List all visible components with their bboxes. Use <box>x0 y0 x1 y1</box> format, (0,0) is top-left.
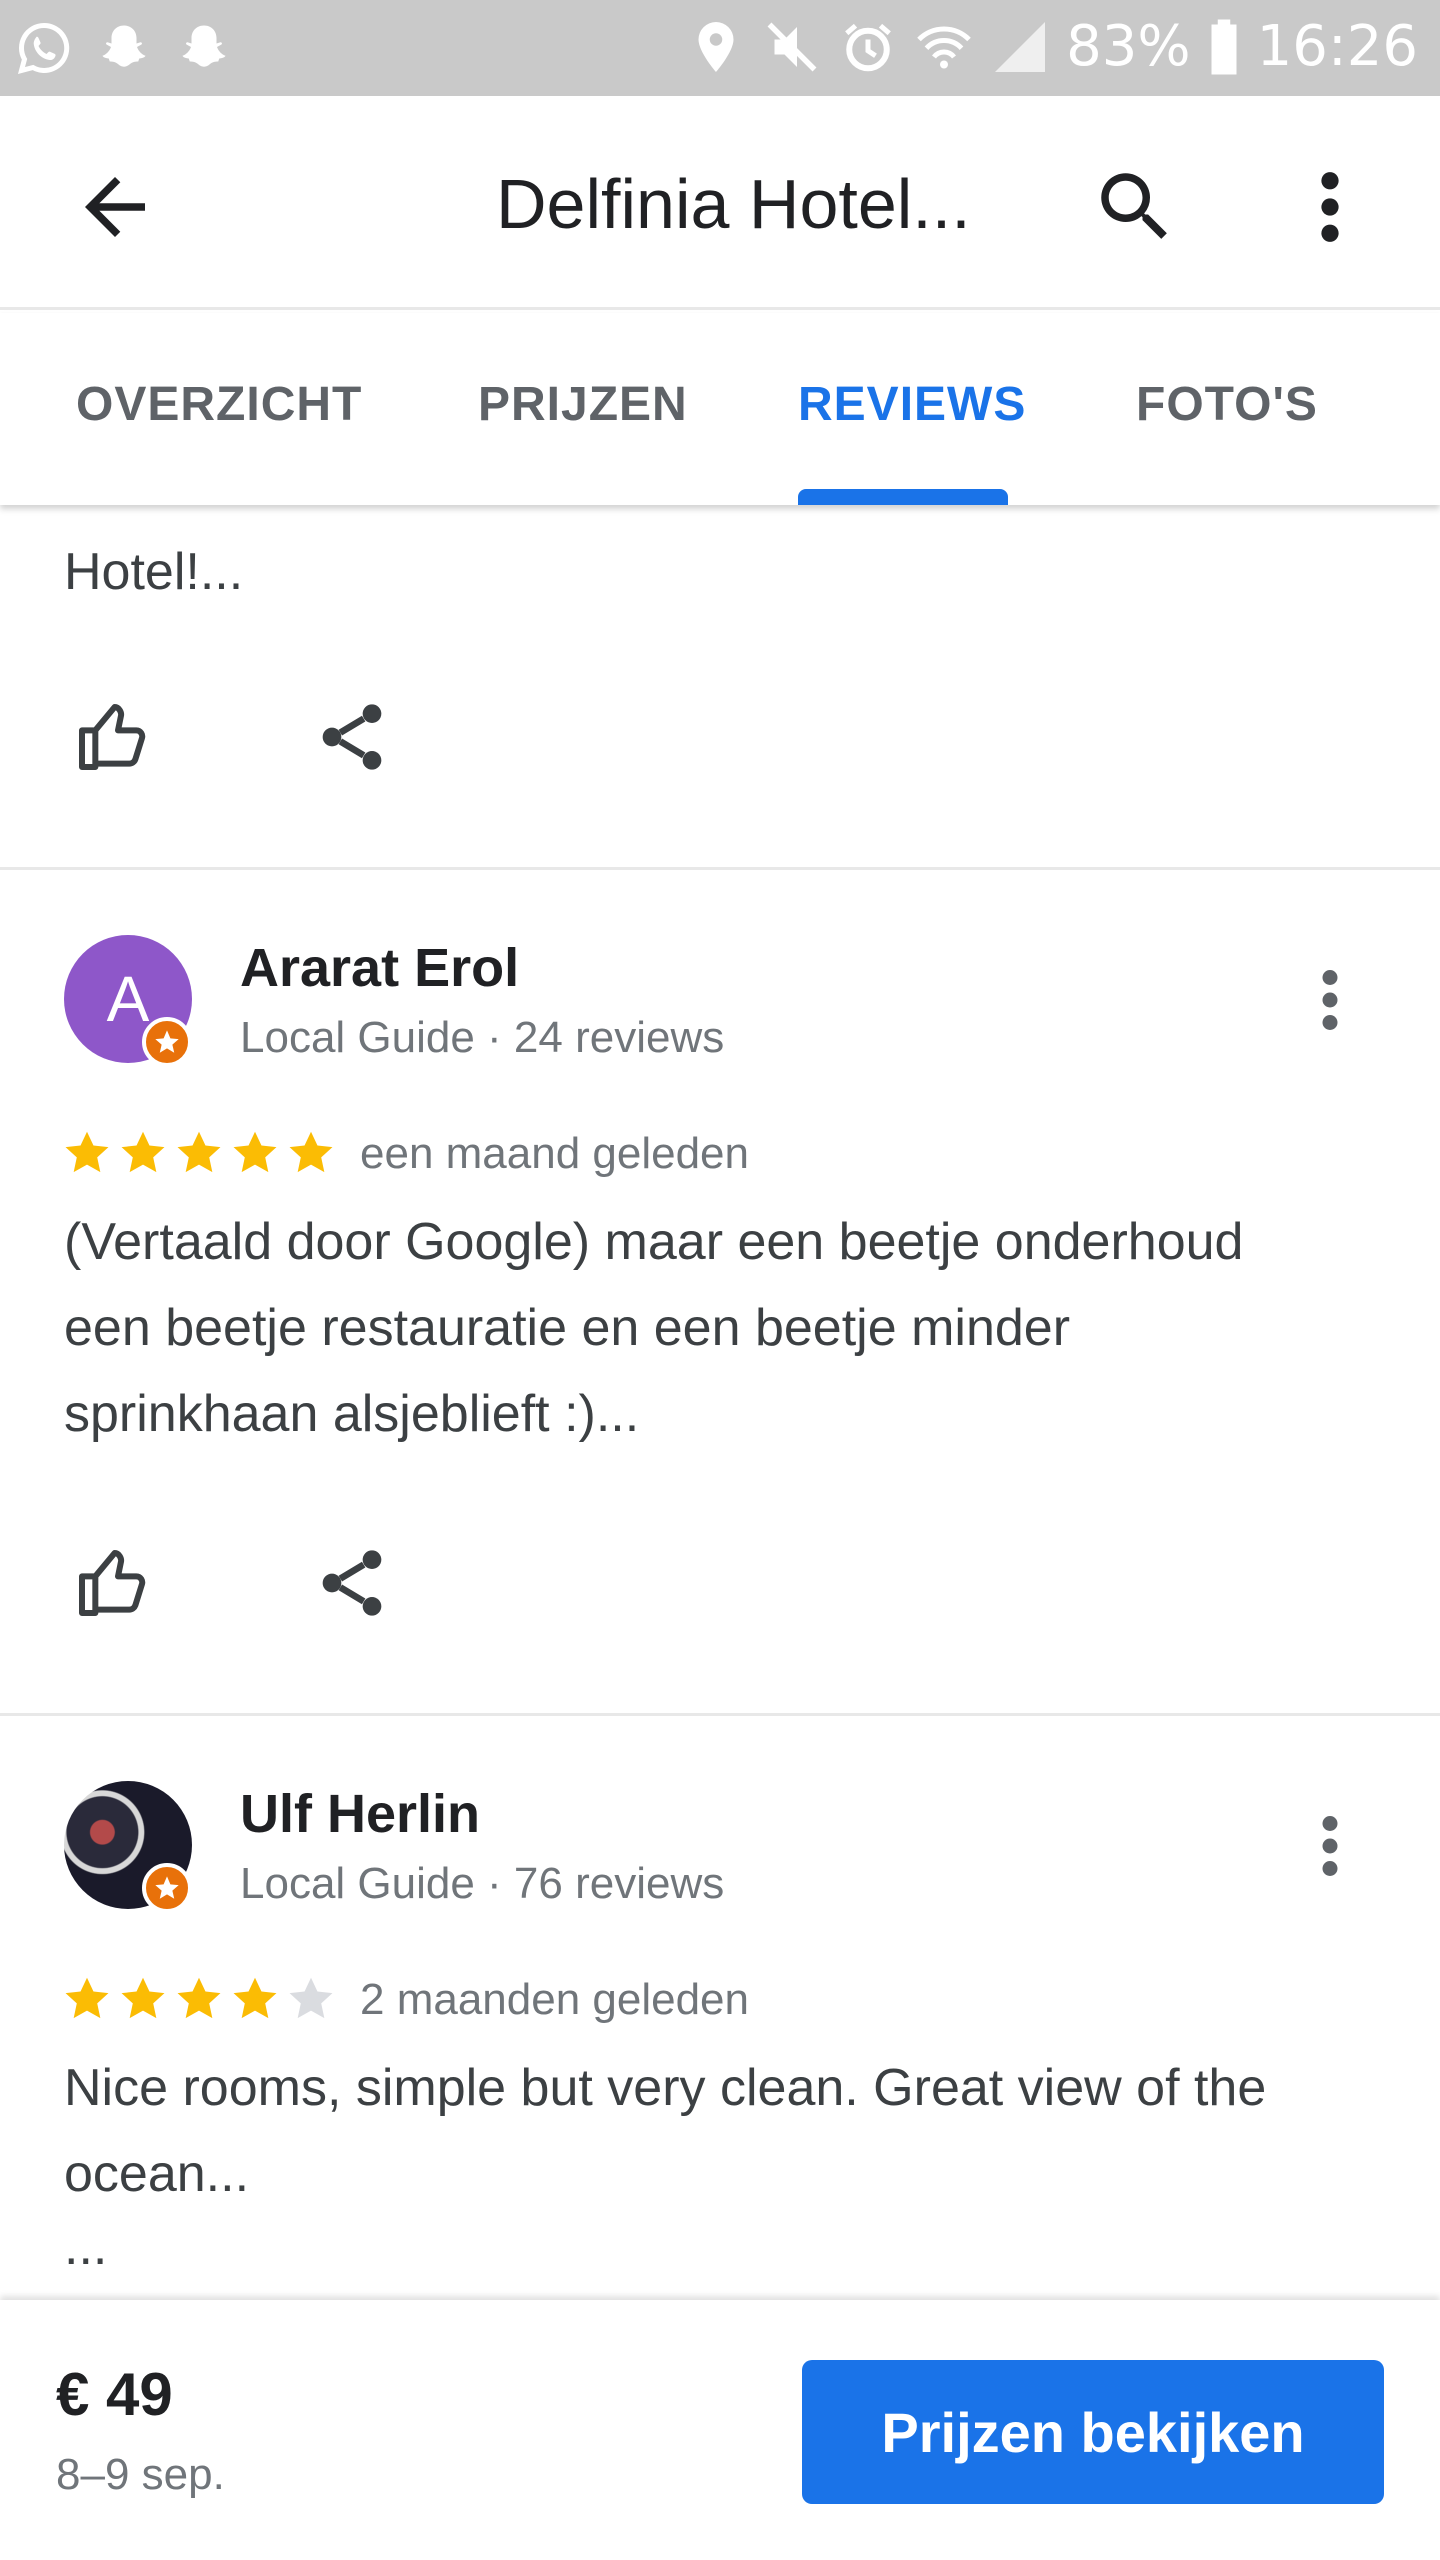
divider <box>0 867 1440 870</box>
review-line: ... <box>64 2218 108 2276</box>
star-filled-icon <box>121 1977 165 2019</box>
price-dates: 8–9 sep. <box>56 2450 225 2499</box>
wifi-icon <box>917 26 971 68</box>
divider <box>0 1713 1440 1716</box>
star-filled-icon <box>65 1977 109 2019</box>
previous-review-text[interactable]: Hotel!... <box>64 529 243 615</box>
star-filled-icon <box>177 1977 221 2019</box>
thumbs-up-icon[interactable] <box>72 697 152 777</box>
star-filled-icon <box>121 1131 165 1173</box>
share-icon[interactable] <box>312 697 392 777</box>
review-line: (Vertaald door Google) maar een beetje o… <box>64 1213 1244 1271</box>
reviewer-meta: Local Guide · 24 reviews <box>240 1013 725 1062</box>
tab-reviews[interactable]: REVIEWS <box>798 377 1026 432</box>
more-vert-icon[interactable] <box>1300 955 1360 1045</box>
system-icons: 83% 16:26 <box>686 14 1418 79</box>
snapchat-icon <box>182 25 226 67</box>
search-icon[interactable] <box>1090 162 1180 252</box>
page-title: Delfinia Hotel... <box>496 165 971 243</box>
mute-icon <box>767 22 817 71</box>
battery-percent: 83% <box>1066 14 1191 79</box>
battery-icon <box>1211 19 1237 74</box>
thumbs-up-icon[interactable] <box>72 1543 152 1623</box>
star-filled-icon <box>233 1131 277 1173</box>
tab-bar: OVERZICHT PRIJZEN REVIEWS FOTO'S <box>0 313 1440 505</box>
whatsapp-icon <box>17 22 70 75</box>
review-line: sprinkhaan alsjeblieft :)... <box>64 1385 640 1443</box>
star-filled-icon <box>65 1131 109 1173</box>
local-guide-badge-icon <box>142 1863 192 1913</box>
price: € 49 <box>56 2361 173 2428</box>
alarm-icon <box>845 23 892 71</box>
review-body[interactable]: (Vertaald door Google) maar een beetje o… <box>64 1199 1384 1457</box>
app-bar: Delfinia Hotel... <box>0 96 1440 310</box>
reviewer-name[interactable]: Ararat Erol <box>240 937 519 999</box>
share-icon[interactable] <box>312 1543 392 1623</box>
view-prices-button[interactable]: Prijzen bekijken <box>802 2360 1384 2504</box>
notification-icons <box>14 18 234 78</box>
back-arrow-icon[interactable] <box>70 162 160 252</box>
star-filled-icon <box>233 1977 277 2019</box>
review-body[interactable]: Nice rooms, simple but very clean. Great… <box>64 2045 1384 2277</box>
star-empty-icon <box>289 1977 333 2019</box>
reviewer-name[interactable]: Ulf Herlin <box>240 1783 480 1845</box>
star-filled-icon <box>289 1131 333 1173</box>
star-rating <box>62 1974 336 2024</box>
signal-icon <box>995 21 1046 72</box>
location-icon <box>698 21 734 72</box>
star-filled-icon <box>177 1131 221 1173</box>
local-guide-badge-icon <box>142 1017 192 1067</box>
review-time: een maand geleden <box>360 1129 749 1178</box>
more-vert-icon[interactable] <box>1300 162 1360 252</box>
review-line: Nice rooms, simple but very clean. Great… <box>64 2059 1267 2117</box>
clock: 16:26 <box>1256 14 1418 79</box>
reviews-list[interactable]: Hotel!... A Ararat Erol Local Guide · 24… <box>0 505 1440 2300</box>
snapchat-icon <box>102 25 146 67</box>
active-tab-indicator <box>798 489 1008 505</box>
tab-fotos[interactable]: FOTO'S <box>1136 377 1318 432</box>
status-bar: 83% 16:26 <box>0 0 1440 96</box>
review-line: ocean... <box>64 2145 250 2203</box>
review-time: 2 maanden geleden <box>360 1975 749 2024</box>
avatar-letter: A <box>106 963 150 1035</box>
more-vert-icon[interactable] <box>1300 1801 1360 1891</box>
star-rating <box>62 1128 336 1178</box>
tab-overzicht[interactable]: OVERZICHT <box>76 377 362 432</box>
review-line: een beetje restauratie en een beetje min… <box>64 1299 1071 1357</box>
reviewer-meta: Local Guide · 76 reviews <box>240 1859 725 1908</box>
price-bar: € 49 8–9 sep. Prijzen bekijken <box>0 2300 1440 2560</box>
tab-prijzen[interactable]: PRIJZEN <box>478 377 688 432</box>
